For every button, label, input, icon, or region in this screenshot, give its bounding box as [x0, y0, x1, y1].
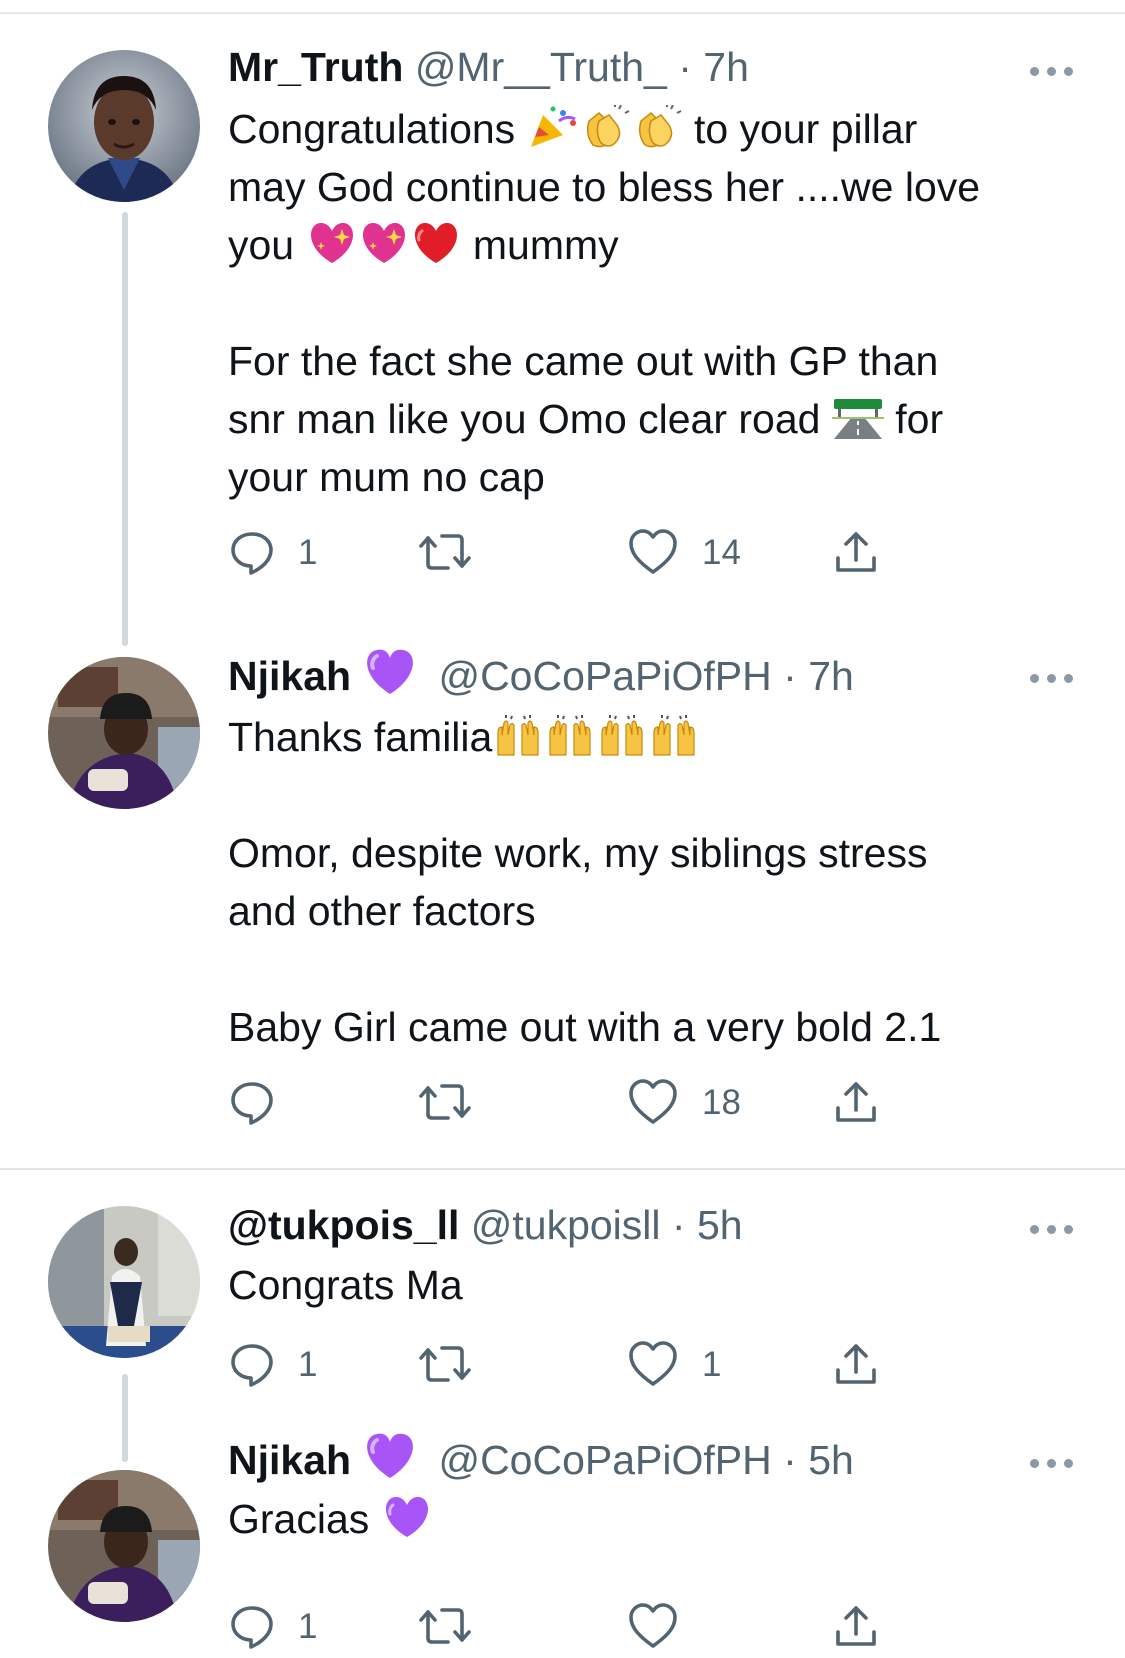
raising-hands-icon — [596, 713, 648, 757]
raising-hands-icon — [492, 713, 544, 757]
tweet-line — [228, 766, 1088, 824]
like-button[interactable]: 18 — [628, 1078, 768, 1128]
separator-dot: · — [671, 1202, 686, 1248]
display-name[interactable]: @tukpois_ll — [228, 1202, 459, 1248]
user-handle[interactable]: @CoCoPaPiOfPH — [438, 653, 771, 699]
reply-button[interactable] — [228, 1078, 368, 1128]
tweet-header: Njikah @CoCoPaPiOfPH · 7h — [228, 648, 854, 702]
more-options-icon[interactable] — [1030, 1451, 1080, 1471]
tweet-line: Omor, despite work, my siblings stress — [228, 824, 1088, 882]
timestamp[interactable]: 5h — [697, 1202, 743, 1248]
display-name[interactable]: Njikah — [228, 653, 351, 699]
reply-count: 1 — [298, 1345, 318, 1384]
tweet-text: Congrats Ma — [228, 1256, 1088, 1314]
tweet[interactable]: Njikah @CoCoPaPiOfPH · 7h Thanks familia… — [0, 0, 1125, 1168]
tweet-text-segment: Baby Girl came out with a very bold 2.1 — [228, 1004, 942, 1050]
raising-hands-icon — [544, 713, 596, 757]
purple-heart-icon — [363, 1432, 417, 1493]
reply-button[interactable]: 1 — [228, 1602, 368, 1652]
tweet-line: Congrats Ma — [228, 1256, 1088, 1314]
separator-dot: · — [783, 1437, 797, 1483]
more-options-icon[interactable] — [1030, 666, 1080, 686]
like-count: 1 — [702, 1345, 722, 1384]
tweet-line: Thanks familia — [228, 708, 1088, 766]
display-name[interactable]: Njikah — [228, 1437, 351, 1483]
like-button[interactable] — [628, 1602, 768, 1652]
tweet-text-segment: Omor, despite work, my siblings stress — [228, 830, 928, 876]
retweet-button[interactable] — [418, 1078, 558, 1128]
tweet-line: Gracias — [228, 1490, 1088, 1548]
tweet-line: Baby Girl came out with a very bold 2.1 — [228, 998, 1088, 1056]
share-button[interactable] — [832, 1602, 972, 1652]
tweet-header: @tukpois_ll @tukpoisll · 5h — [228, 1198, 743, 1252]
avatar[interactable] — [48, 1470, 200, 1622]
tweet-text: Gracias — [228, 1490, 1088, 1548]
share-button[interactable] — [832, 1340, 972, 1390]
more-options-icon[interactable] — [1030, 1217, 1080, 1237]
share-button[interactable] — [832, 1078, 972, 1128]
tweet-line: and other factors — [228, 882, 1088, 940]
timestamp[interactable]: 5h — [808, 1437, 854, 1483]
reply-button[interactable]: 1 — [228, 1340, 368, 1390]
like-count: 18 — [702, 1083, 741, 1122]
timestamp[interactable]: 7h — [808, 653, 854, 699]
raising-hands-icon — [648, 713, 700, 757]
reply-count: 1 — [298, 1607, 318, 1646]
tweet-text-segment: Gracias — [228, 1496, 381, 1542]
tweet-line — [228, 940, 1088, 998]
tweet-text-segment: Thanks familia — [228, 714, 493, 760]
tweet-text-segment: and other factors — [228, 888, 536, 934]
separator-dot: · — [783, 653, 797, 699]
tweet-text: Thanks familia Omor, despite work, my sib… — [228, 708, 1088, 1056]
tweet-text-segment: Congrats Ma — [228, 1262, 463, 1308]
retweet-button[interactable] — [418, 1602, 558, 1652]
purple-heart-icon — [363, 648, 417, 709]
purple-heart-icon — [381, 1495, 433, 1539]
user-handle[interactable]: @tukpoisll — [471, 1202, 661, 1248]
like-button[interactable]: 1 — [628, 1340, 768, 1390]
user-handle[interactable]: @CoCoPaPiOfPH — [438, 1437, 771, 1483]
avatar[interactable] — [48, 657, 200, 809]
retweet-button[interactable] — [418, 1340, 558, 1390]
avatar[interactable] — [48, 1206, 200, 1358]
tweet[interactable]: Njikah @CoCoPaPiOfPH · 5h Gracias 1 — [0, 1432, 1125, 1658]
tweet[interactable]: @tukpois_ll @tukpoisll · 5h Congrats Ma … — [0, 1168, 1125, 1388]
tweet-header: Njikah @CoCoPaPiOfPH · 5h — [228, 1432, 854, 1486]
